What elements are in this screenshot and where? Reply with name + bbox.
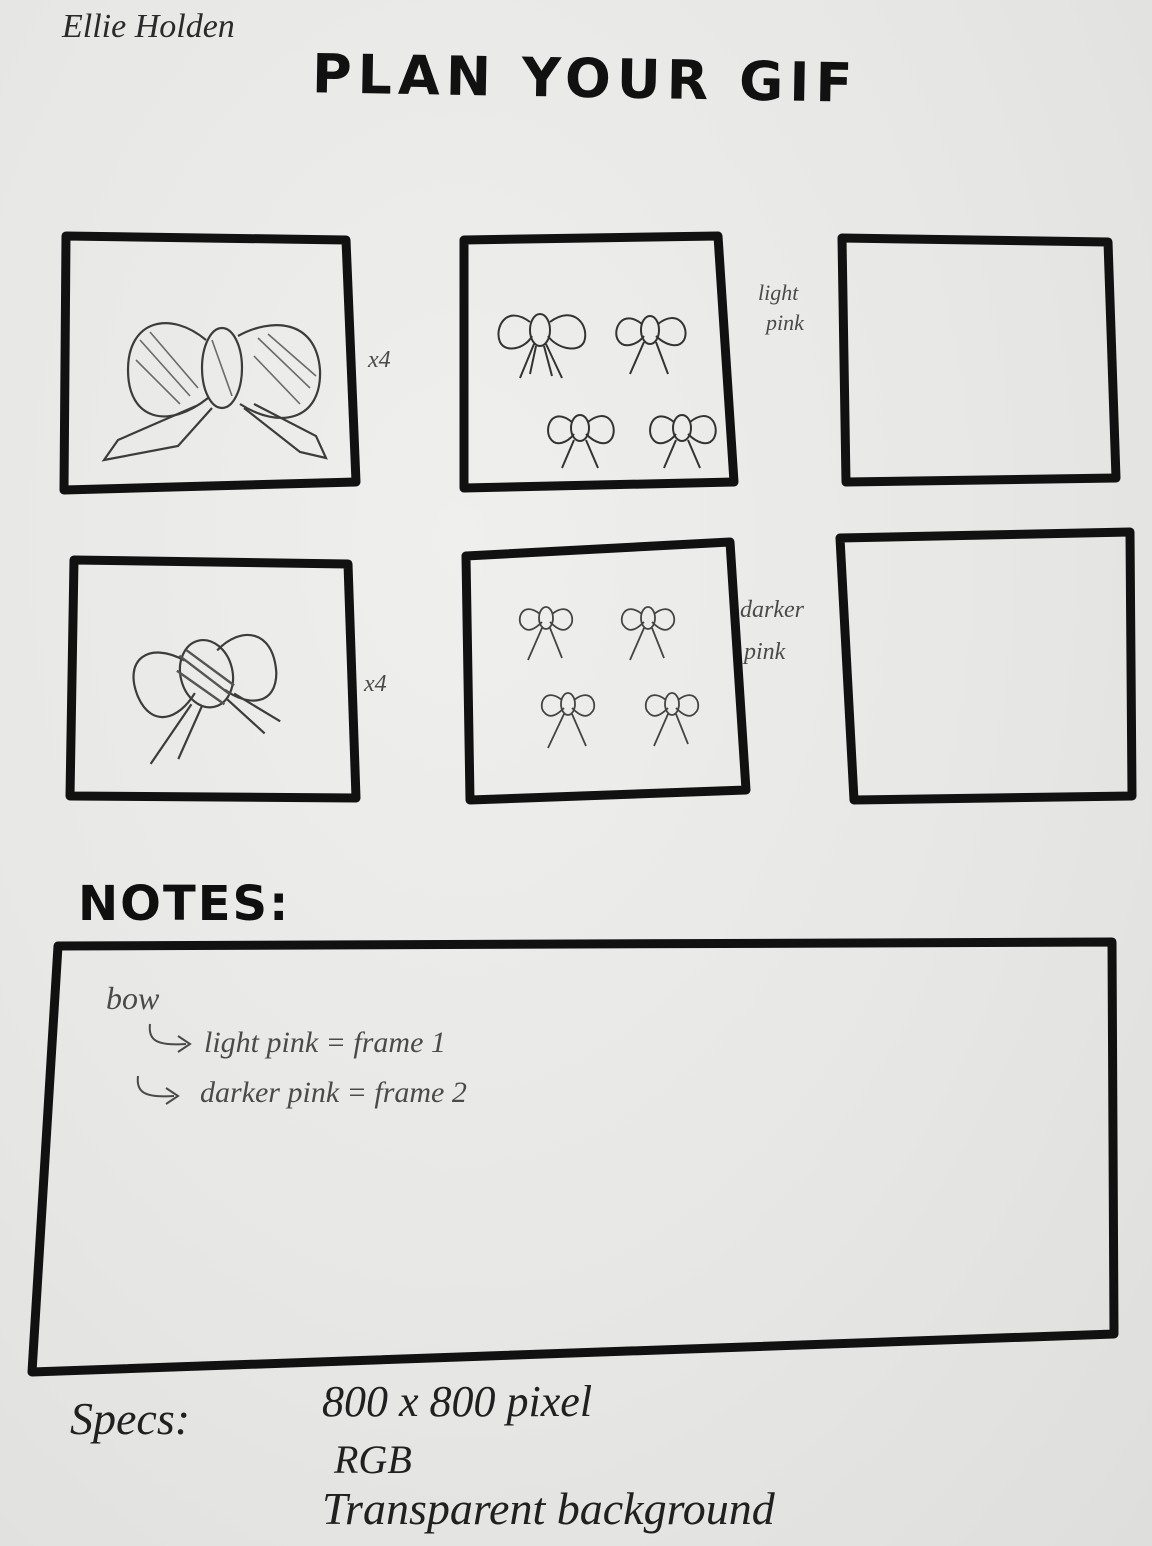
bow-rotated-icon — [132, 634, 281, 765]
small-bows-light — [497, 313, 717, 469]
frame-6-box — [835, 527, 1137, 805]
arrow-icon — [136, 1023, 192, 1105]
small-bows-darker — [518, 606, 700, 749]
frame-4-note: x4 — [364, 671, 387, 697]
notes-heading: NOTES: — [78, 876, 291, 932]
notes-line-1: bow — [106, 980, 160, 1016]
frame-1-box — [59, 231, 361, 495]
frame-2-note-line1: light — [758, 280, 799, 305]
specs-line-1: 800 x 800 pixel — [322, 1377, 593, 1426]
specs-label: Specs: — [70, 1393, 191, 1444]
frame-3-box — [837, 233, 1121, 487]
specs-line-2: RGB — [334, 1437, 412, 1482]
notes-line-2: light pink = frame 1 — [204, 1026, 446, 1059]
specs-line-3: Transparent background — [322, 1483, 775, 1534]
frame-5-note-line2: pink — [744, 639, 786, 665]
frame-4-box — [65, 555, 361, 803]
frame-2-box — [459, 231, 739, 493]
notes-box — [27, 937, 1119, 1377]
bow-icon — [101, 322, 328, 462]
frame-5-note-line1: darker — [740, 597, 804, 623]
notes-line-3: darker pink = frame 2 — [200, 1076, 467, 1109]
frame-1-note: x4 — [368, 347, 391, 373]
storyboard-drawing — [27, 231, 1137, 1377]
frame-2-note-line2: pink — [766, 310, 804, 335]
frame-5-box — [461, 537, 751, 805]
